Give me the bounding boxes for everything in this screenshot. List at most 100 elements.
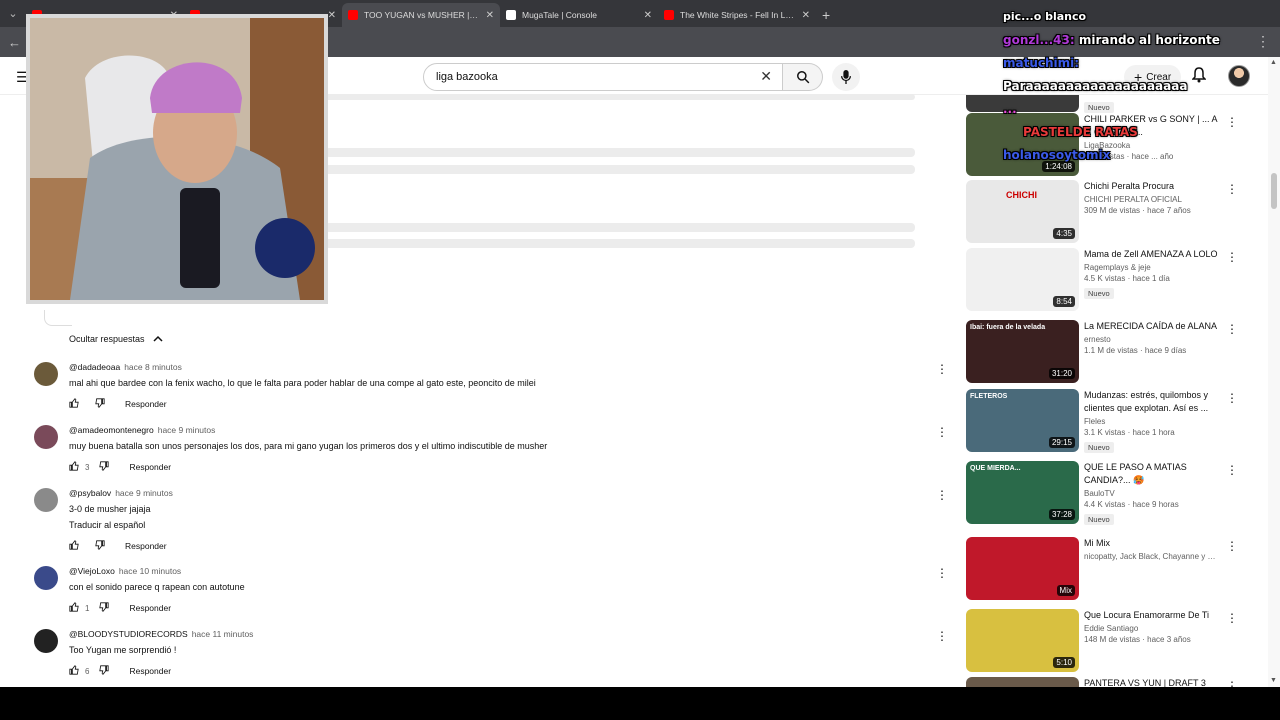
video-title[interactable]: Mudanzas: estrés, quilombos y clientes q… — [1084, 389, 1222, 415]
video-title[interactable]: La MERECIDA CAÍDA de ALANA — [1084, 320, 1222, 333]
channel-name[interactable]: ernesto — [1084, 335, 1111, 344]
video-thumbnail[interactable]: 8:54 — [966, 248, 1079, 311]
video-menu-kebab-icon[interactable]: ⋮ — [1226, 611, 1238, 625]
commenter-avatar[interactable] — [34, 629, 58, 653]
channel-name[interactable]: LigaBazooka — [1084, 141, 1130, 150]
related-video[interactable]: PANTERA VS YUN | DRAFT 3 ⋮ — [966, 677, 1256, 687]
tab-close-icon[interactable]: ✕ — [644, 10, 652, 21]
related-video[interactable]: Nuevo — [966, 95, 1256, 113]
video-menu-kebab-icon[interactable]: ⋮ — [1226, 539, 1238, 553]
dislike-icon[interactable] — [99, 461, 110, 473]
channel-name[interactable]: Eddie Santiago — [1084, 624, 1138, 633]
scrollbar-thumb[interactable] — [1271, 173, 1277, 209]
video-title[interactable]: CHILI PARKER vs G SONY | ... A ... OVIST… — [1084, 113, 1222, 139]
dislike-icon[interactable] — [99, 665, 110, 677]
comment-author[interactable]: @psybalov — [69, 488, 111, 498]
commenter-avatar[interactable] — [34, 425, 58, 449]
page-scrollbar[interactable]: ▲ ▼ — [1268, 57, 1280, 687]
reply-button[interactable]: Responder — [129, 666, 171, 676]
tab-close-icon[interactable]: ✕ — [802, 10, 810, 21]
reply-button[interactable]: Responder — [125, 541, 167, 551]
channel-name[interactable]: CHICHI PERALTA OFICIAL — [1084, 195, 1182, 204]
video-menu-kebab-icon[interactable]: ⋮ — [1226, 115, 1238, 129]
comment-time[interactable]: hace 9 minutos — [115, 488, 173, 498]
video-title[interactable]: QUE LE PASO A MATIAS CANDIA?... 🥵 — [1084, 461, 1222, 487]
related-video[interactable]: Mix Mi Mix nicopatty, Jack Black, Chayanne… — [966, 537, 1256, 601]
like-icon[interactable] — [69, 398, 79, 410]
commenter-avatar[interactable] — [34, 488, 58, 512]
video-menu-kebab-icon[interactable]: ⋮ — [1226, 463, 1238, 477]
channel-name[interactable]: nicopatty, Jack Black, Chayanne y much..… — [1084, 552, 1222, 561]
reply-button[interactable]: Responder — [129, 603, 171, 613]
comment-menu-kebab-icon[interactable]: ⋮ — [936, 566, 948, 580]
video-menu-kebab-icon[interactable]: ⋮ — [1226, 391, 1238, 405]
voice-search-button[interactable] — [832, 63, 860, 91]
comment-time[interactable]: hace 8 minutos — [124, 362, 182, 372]
video-title[interactable]: Mi Mix — [1084, 537, 1222, 550]
video-thumbnail[interactable]: 5:10 — [966, 609, 1079, 672]
comment-author[interactable]: @ViejoLoxo — [69, 566, 115, 576]
comment-menu-kebab-icon[interactable]: ⋮ — [936, 629, 948, 643]
video-thumbnail[interactable]: QUE MIERDA... 37:28 — [966, 461, 1079, 524]
video-title[interactable]: Que Locura Enamorarme De Ti — [1084, 609, 1222, 622]
like-icon[interactable] — [69, 461, 79, 473]
commenter-avatar[interactable] — [34, 566, 58, 590]
video-thumbnail[interactable] — [966, 677, 1079, 687]
scroll-up-icon[interactable]: ▲ — [1270, 59, 1277, 66]
menu-kebab-icon[interactable]: ⋮ — [1256, 33, 1270, 50]
comment-menu-kebab-icon[interactable]: ⋮ — [936, 425, 948, 439]
reply-button[interactable]: Responder — [125, 399, 167, 409]
clear-icon[interactable]: ✕ — [760, 68, 772, 85]
comment-menu-kebab-icon[interactable]: ⋮ — [936, 488, 948, 502]
video-title[interactable]: PANTERA VS YUN | DRAFT 3 — [1084, 677, 1222, 687]
browser-tab[interactable]: The White Stripes - Fell In Love ✕ — [658, 3, 816, 27]
back-icon[interactable]: ← — [8, 35, 21, 50]
commenter-avatar[interactable] — [34, 362, 58, 386]
comment-author[interactable]: @BLOODYSTUDIORECORDS — [69, 629, 188, 639]
tab-close-icon[interactable]: ✕ — [328, 10, 336, 21]
search-input[interactable]: liga bazooka ✕ — [423, 63, 783, 91]
tab-search-icon[interactable]: ⌄ — [0, 0, 26, 27]
comment-time[interactable]: hace 10 minutos — [119, 566, 181, 576]
video-channel[interactable]: LigaBazooka — [1084, 141, 1222, 150]
like-icon[interactable] — [69, 602, 79, 614]
video-thumbnail[interactable]: FLETEROS 29:15 — [966, 389, 1079, 452]
like-icon[interactable] — [69, 665, 79, 677]
video-channel[interactable]: Eddie Santiago — [1084, 624, 1222, 633]
video-thumbnail[interactable]: Ibai: fuera de la velada 31:20 — [966, 320, 1079, 383]
account-avatar[interactable] — [1228, 65, 1250, 87]
video-menu-kebab-icon[interactable]: ⋮ — [1226, 322, 1238, 336]
video-thumbnail[interactable]: Mix — [966, 537, 1079, 600]
video-thumbnail[interactable]: CHICHI 4:35 — [966, 180, 1079, 243]
notifications-bell-icon[interactable] — [1191, 67, 1207, 88]
channel-name[interactable]: Ragemplays & jeje — [1084, 263, 1151, 272]
like-icon[interactable] — [69, 540, 79, 552]
related-video[interactable]: FLETEROS 29:15 Mudanzas: estrés, quilombos… — [966, 389, 1256, 453]
video-channel[interactable]: CHICHI PERALTA OFICIAL — [1084, 195, 1222, 204]
dislike-icon[interactable] — [95, 540, 105, 552]
related-video[interactable]: QUE MIERDA... 37:28 QUE LE PASO A MATIAS C… — [966, 461, 1256, 525]
video-channel[interactable]: Fleles — [1084, 417, 1222, 426]
dislike-icon[interactable] — [95, 398, 105, 410]
translate-link[interactable]: Traducir al español — [69, 520, 145, 530]
scroll-down-icon[interactable]: ▼ — [1270, 677, 1277, 684]
video-title[interactable]: Chichi Peralta Procura — [1084, 180, 1222, 193]
reply-button[interactable]: Responder — [129, 462, 171, 472]
channel-name[interactable]: BauloTV — [1084, 489, 1115, 498]
related-video[interactable]: 8:54 Mama de Zell AMENAZA A LOLO Ragemplay… — [966, 248, 1256, 312]
new-tab-button[interactable]: + — [822, 3, 830, 27]
video-channel[interactable]: nicopatty, Jack Black, Chayanne y much..… — [1084, 552, 1222, 561]
video-menu-kebab-icon[interactable]: ⋮ — [1226, 250, 1238, 264]
video-thumbnail[interactable] — [966, 95, 1079, 112]
related-video[interactable]: 5:10 Que Locura Enamorarme De Ti Eddie San… — [966, 609, 1256, 673]
video-menu-kebab-icon[interactable]: ⋮ — [1226, 679, 1238, 687]
video-title[interactable]: Mama de Zell AMENAZA A LOLO — [1084, 248, 1222, 261]
dislike-icon[interactable] — [99, 602, 110, 614]
video-menu-kebab-icon[interactable]: ⋮ — [1226, 182, 1238, 196]
browser-tab[interactable]: MugaTale | Console ✕ — [500, 3, 658, 27]
channel-name[interactable]: Fleles — [1084, 417, 1105, 426]
comment-author[interactable]: @dadadeoaa — [69, 362, 120, 372]
comment-menu-kebab-icon[interactable]: ⋮ — [936, 362, 948, 376]
video-channel[interactable]: Ragemplays & jeje — [1084, 263, 1222, 272]
comment-author[interactable]: @amadeomontenegro — [69, 425, 154, 435]
